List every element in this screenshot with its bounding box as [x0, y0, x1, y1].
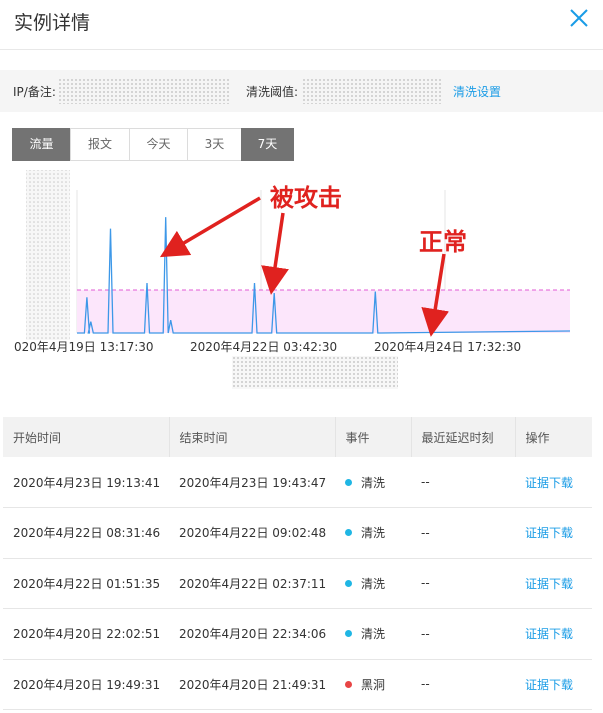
- delay-cell: --: [411, 457, 515, 508]
- event-status-dot: [345, 680, 352, 688]
- evidence-download-link[interactable]: 证据下载: [525, 678, 573, 692]
- threshold-label: 清洗阈值:: [246, 85, 299, 99]
- table-row: 2020年4月23日 19:13:41 2020年4月23日 19:43:47 清洗…: [3, 457, 592, 508]
- cleaning-settings-link[interactable]: 清洗设置: [453, 83, 501, 100]
- ip-value-redacted: [58, 78, 230, 104]
- event-status-dot: [345, 579, 352, 587]
- instance-detail-panel: 实例详情 IP/备注: 清洗阈值: 清洗设置 流量 报文 今天 3天 7天 02…: [0, 0, 603, 713]
- event-label: 清洗: [361, 627, 386, 642]
- event-label: 清洗: [361, 576, 386, 591]
- redacted-region-pattern: [26, 170, 70, 340]
- action-cell: 证据下载: [515, 659, 592, 710]
- event-status-dot: [345, 478, 352, 486]
- panel-header: 实例详情: [0, 0, 603, 50]
- threshold-value-redacted: [302, 78, 442, 104]
- table-header-row: 开始时间 结束时间 事件 最近延迟时刻 操作: [3, 417, 592, 457]
- attack-arrow-1: [159, 196, 261, 258]
- tab-7-days[interactable]: 7天: [241, 128, 294, 161]
- tab-today[interactable]: 今天: [129, 128, 188, 161]
- start-time-cell: 2020年4月22日 08:31:46: [3, 507, 169, 559]
- end-time-cell: 2020年4月22日 02:37:11: [169, 558, 335, 609]
- event-label: 清洗: [361, 475, 386, 490]
- event-cell: 清洗: [335, 507, 411, 559]
- action-cell: 证据下载: [515, 507, 592, 559]
- tab-packets[interactable]: 报文: [70, 128, 130, 161]
- event-status-dot: [345, 630, 352, 638]
- instance-info-bar: IP/备注: 清洗阈值: 清洗设置: [0, 70, 603, 112]
- col-event: 事件: [335, 417, 412, 457]
- col-latest-delay: 最近延迟时刻: [411, 417, 516, 457]
- action-cell: 证据下载: [515, 608, 592, 660]
- event-cell: 清洗: [335, 558, 411, 609]
- x-tick-label: 2020年4月24日 17:32:30: [374, 340, 521, 354]
- start-time-cell: 2020年4月20日 19:49:31: [3, 659, 169, 710]
- end-time-cell: 2020年4月20日 21:49:31: [169, 659, 335, 710]
- action-cell: 证据下载: [515, 457, 592, 508]
- table-row: 2020年4月20日 22:02:51 2020年4月20日 22:34:06 清洗…: [3, 608, 592, 660]
- delay-cell: --: [411, 608, 515, 660]
- end-time-cell: 2020年4月22日 09:02:48: [169, 507, 335, 559]
- end-time-cell: 2020年4月23日 19:43:47: [169, 457, 335, 508]
- x-tick-label: 020年4月19日 13:17:30: [14, 340, 154, 354]
- panel-title: 实例详情: [14, 12, 91, 34]
- evidence-download-link[interactable]: 证据下载: [525, 476, 573, 490]
- event-label: 清洗: [361, 526, 386, 541]
- chart-tabs: 流量 报文 今天 3天 7天: [12, 128, 294, 161]
- ip-label: IP/备注:: [13, 85, 56, 99]
- evidence-download-link[interactable]: 证据下载: [525, 526, 573, 540]
- event-cell: 黑洞: [335, 659, 411, 710]
- tab-traffic[interactable]: 流量: [12, 128, 71, 161]
- close-icon[interactable]: [568, 7, 590, 29]
- table-row: 2020年4月22日 08:31:46 2020年4月22日 09:02:48 清洗…: [3, 507, 592, 559]
- start-time-cell: 2020年4月22日 01:51:35: [3, 558, 169, 609]
- normal-annotation: 正常: [419, 228, 467, 256]
- start-time-cell: 2020年4月23日 19:13:41: [3, 457, 169, 508]
- attack-arrow-2: [261, 212, 289, 295]
- table-row: 2020年4月22日 01:51:35 2020年4月22日 02:37:11 清洗…: [3, 558, 592, 609]
- threshold-band: [77, 290, 570, 333]
- tab-3-days[interactable]: 3天: [187, 128, 242, 161]
- attack-annotation: 被攻击: [270, 184, 342, 212]
- end-time-cell: 2020年4月20日 22:34:06: [169, 608, 335, 660]
- col-end-time: 结束时间: [169, 417, 336, 457]
- x-tick-label: 2020年4月22日 03:42:30: [190, 340, 337, 354]
- start-time-cell: 2020年4月20日 22:02:51: [3, 608, 169, 660]
- evidence-download-link[interactable]: 证据下载: [525, 627, 573, 641]
- redacted-legend: [232, 356, 398, 389]
- event-cell: 清洗: [335, 608, 411, 660]
- delay-cell: --: [411, 507, 515, 559]
- col-start-time: 开始时间: [3, 417, 170, 457]
- action-cell: 证据下载: [515, 558, 592, 609]
- event-label: 黑洞: [361, 677, 386, 692]
- event-cell: 清洗: [335, 457, 411, 508]
- traffic-chart: 020年4月19日 13:17:30 2020年4月22日 03:42:30 2…: [14, 170, 571, 354]
- events-table: 开始时间 结束时间 事件 最近延迟时刻 操作 2020年4月23日 19:13:…: [3, 417, 592, 710]
- delay-cell: --: [411, 659, 515, 710]
- event-status-dot: [345, 529, 352, 537]
- table-row: 2020年4月20日 19:49:31 2020年4月20日 21:49:31 黑洞…: [3, 659, 592, 710]
- evidence-download-link[interactable]: 证据下载: [525, 577, 573, 591]
- col-action: 操作: [515, 417, 592, 457]
- delay-cell: --: [411, 558, 515, 609]
